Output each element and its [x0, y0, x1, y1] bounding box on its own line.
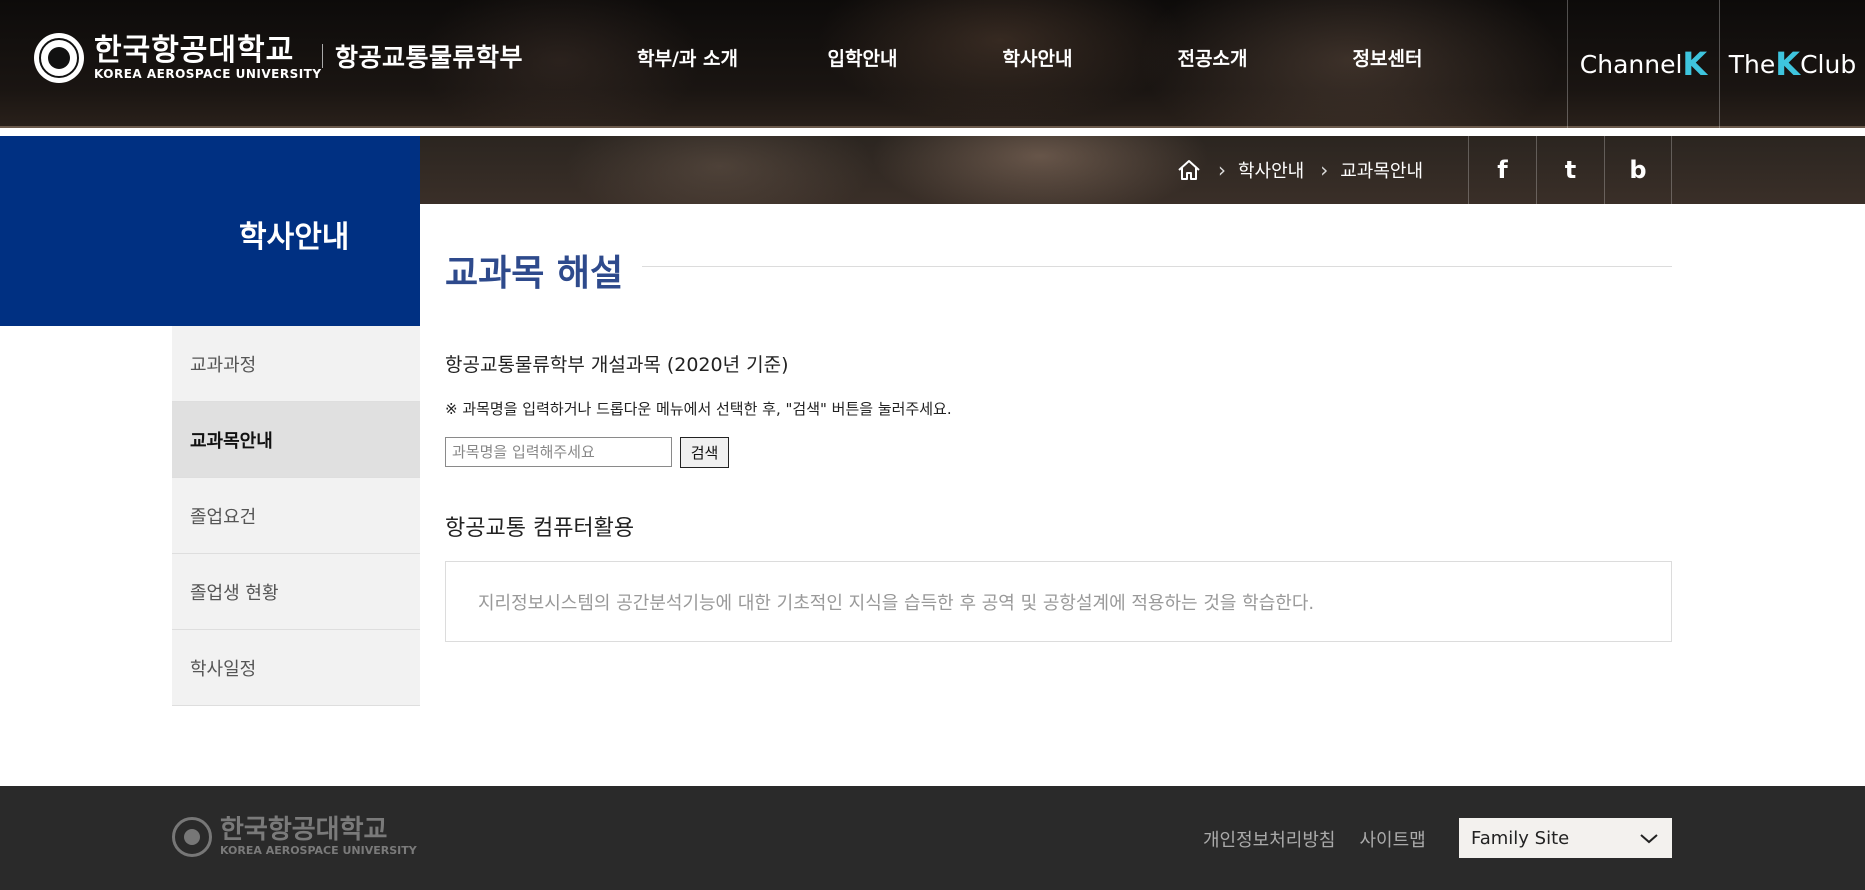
breadcrumb-item-academic[interactable]: 학사안내: [1238, 157, 1304, 183]
the-k-club-link[interactable]: The K Club: [1719, 0, 1865, 128]
footer-logo-korean-name: 한국항공대학교: [220, 815, 388, 845]
university-emblem-icon: [34, 33, 84, 83]
title-divider: [642, 266, 1672, 267]
sidebar-item-curriculum[interactable]: 교과과정: [172, 326, 420, 402]
sitemap-link[interactable]: 사이트맵: [1359, 826, 1425, 852]
sidebar-menu: 교과과정 교과목안내 졸업요건 졸업생 현황 학사일정: [172, 326, 420, 706]
sidebar-item-academic-calendar[interactable]: 학사일정: [172, 630, 420, 706]
sidebar-item-graduation-requirements[interactable]: 졸업요건: [172, 478, 420, 554]
breadcrumb-item-current[interactable]: 교과목안내: [1340, 157, 1423, 183]
sidebar-title: 학사안내: [239, 220, 350, 255]
university-logo[interactable]: 한국항공대학교 KOREA AEROSPACE UNIVERSITY: [34, 30, 322, 86]
channel-k-prefix: Channel: [1579, 49, 1683, 79]
blog-icon[interactable]: b: [1604, 136, 1672, 204]
channel-k-accent: K: [1682, 45, 1708, 83]
chevron-right-icon: ›: [1320, 158, 1329, 182]
sidebar-title-block: [0, 136, 420, 326]
facebook-icon[interactable]: f: [1468, 136, 1536, 204]
footer-logo-english-name: KOREA AEROSPACE UNIVERSITY: [220, 844, 417, 857]
page-title: 교과목 해설: [445, 253, 624, 294]
footer-links: 개인정보처리방침 사이트맵: [1203, 826, 1450, 852]
chevron-down-icon: [1640, 828, 1658, 849]
footer-emblem-icon: [172, 816, 212, 857]
the-k-club-suffix: Club: [1800, 49, 1857, 79]
section-caption: 항공교통물류학부 개설과목 (2020년 기준): [445, 354, 789, 376]
main-nav: 학부/과 소개 입학안내 학사안내 전공소개 정보센터: [600, 44, 1475, 71]
breadcrumb: › 학사안내 › 교과목안내: [1176, 157, 1423, 183]
course-description-box: 지리정보시스템의 공간분석기능에 대한 기초적인 지식을 습득한 후 공역 및 …: [445, 561, 1672, 642]
nav-item-majors[interactable]: 전공소개: [1125, 44, 1300, 71]
nav-item-department-intro[interactable]: 학부/과 소개: [600, 44, 775, 71]
family-site-label: Family Site: [1471, 827, 1570, 849]
family-site-select[interactable]: Family Site: [1459, 818, 1672, 858]
external-links: Channel K The K Club: [1567, 0, 1865, 128]
search-notice: ※ 과목명을 입력하거나 드롭다운 메뉴에서 선택한 후, "검색" 버튼을 눌…: [445, 400, 952, 418]
home-icon[interactable]: [1176, 158, 1202, 182]
sns-links: f t b: [1468, 136, 1672, 204]
footer-logo[interactable]: 한국항공대학교 KOREA AEROSPACE UNIVERSITY: [172, 816, 417, 857]
search-button[interactable]: 검색: [680, 437, 729, 468]
nav-item-admission[interactable]: 입학안내: [775, 44, 950, 71]
logo-korean-name: 한국항공대학교: [94, 33, 295, 68]
nav-item-info-center[interactable]: 정보센터: [1300, 44, 1475, 71]
course-description: 지리정보시스템의 공간분석기능에 대한 기초적인 지식을 습득한 후 공역 및 …: [478, 592, 1315, 614]
sidebar-item-course-guide[interactable]: 교과목안내: [172, 402, 420, 478]
sidebar-item-graduates[interactable]: 졸업생 현황: [172, 554, 420, 630]
logo-english-name: KOREA AEROSPACE UNIVERSITY: [94, 67, 322, 81]
the-k-club-prefix: The: [1728, 49, 1776, 79]
chevron-right-icon: ›: [1218, 158, 1226, 182]
course-search-input[interactable]: [445, 437, 672, 467]
the-k-club-accent: K: [1775, 45, 1801, 83]
nav-item-academic[interactable]: 학사안내: [950, 44, 1125, 71]
course-name: 항공교통 컴퓨터활용: [445, 516, 635, 541]
twitter-icon[interactable]: t: [1536, 136, 1604, 204]
channel-k-link[interactable]: Channel K: [1567, 0, 1719, 128]
privacy-policy-link[interactable]: 개인정보처리방침: [1203, 826, 1335, 852]
logo-divider: [322, 44, 323, 68]
department-name[interactable]: 항공교통물류학부: [335, 38, 523, 74]
